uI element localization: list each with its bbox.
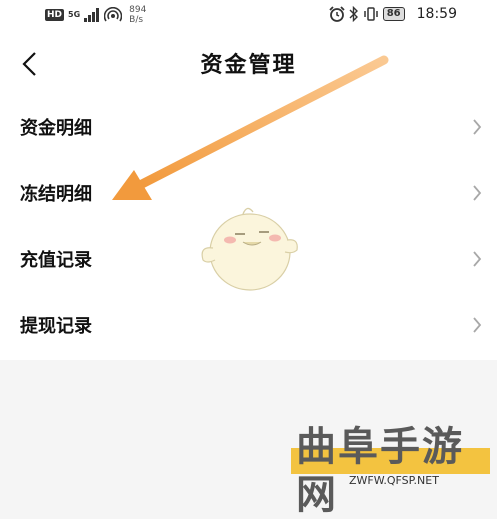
chevron-right-icon — [473, 251, 482, 267]
menu-item-label: 提现记录 — [20, 316, 92, 337]
hd-badge: HD — [45, 9, 65, 21]
chevron-right-icon — [473, 317, 482, 333]
watermark-url: ZWFW.QFSP.NET — [349, 474, 439, 487]
speed-value: 894 — [129, 5, 147, 15]
battery-indicator: 86 — [382, 7, 405, 21]
alarm-icon — [329, 6, 345, 22]
vibrate-icon — [363, 7, 378, 21]
chevron-right-icon — [473, 119, 482, 135]
menu-item-label: 冻结明细 — [20, 184, 92, 205]
network-label: 5G — [68, 10, 81, 19]
status-time: 18:59 — [416, 6, 457, 22]
status-right: 86 18:59 — [329, 6, 457, 22]
network-speed: 894 B/s — [129, 5, 146, 25]
status-bar: HD 5G 894 B/s 86 18:59 — [0, 0, 497, 32]
menu-item-fund-details[interactable]: 资金明细 — [0, 94, 497, 160]
chevron-right-icon — [473, 185, 482, 201]
menu-item-withdraw-records[interactable]: 提现记录 — [0, 292, 497, 358]
page-title: 资金管理 — [200, 52, 297, 78]
bluetooth-icon — [349, 6, 358, 22]
menu-item-label: 充值记录 — [20, 250, 92, 271]
hotspot-icon — [104, 7, 123, 22]
signal-icon — [84, 8, 100, 22]
app-header: 资金管理 — [0, 32, 497, 94]
network-group: 5G — [68, 11, 80, 19]
speed-unit: B/s — [129, 15, 144, 25]
menu-item-label: 资金明细 — [20, 118, 92, 139]
mascot-watermark-icon — [201, 207, 298, 291]
watermark-brand: 曲阜手游网 — [296, 423, 464, 518]
status-left: HD 5G 894 B/s — [45, 5, 146, 25]
